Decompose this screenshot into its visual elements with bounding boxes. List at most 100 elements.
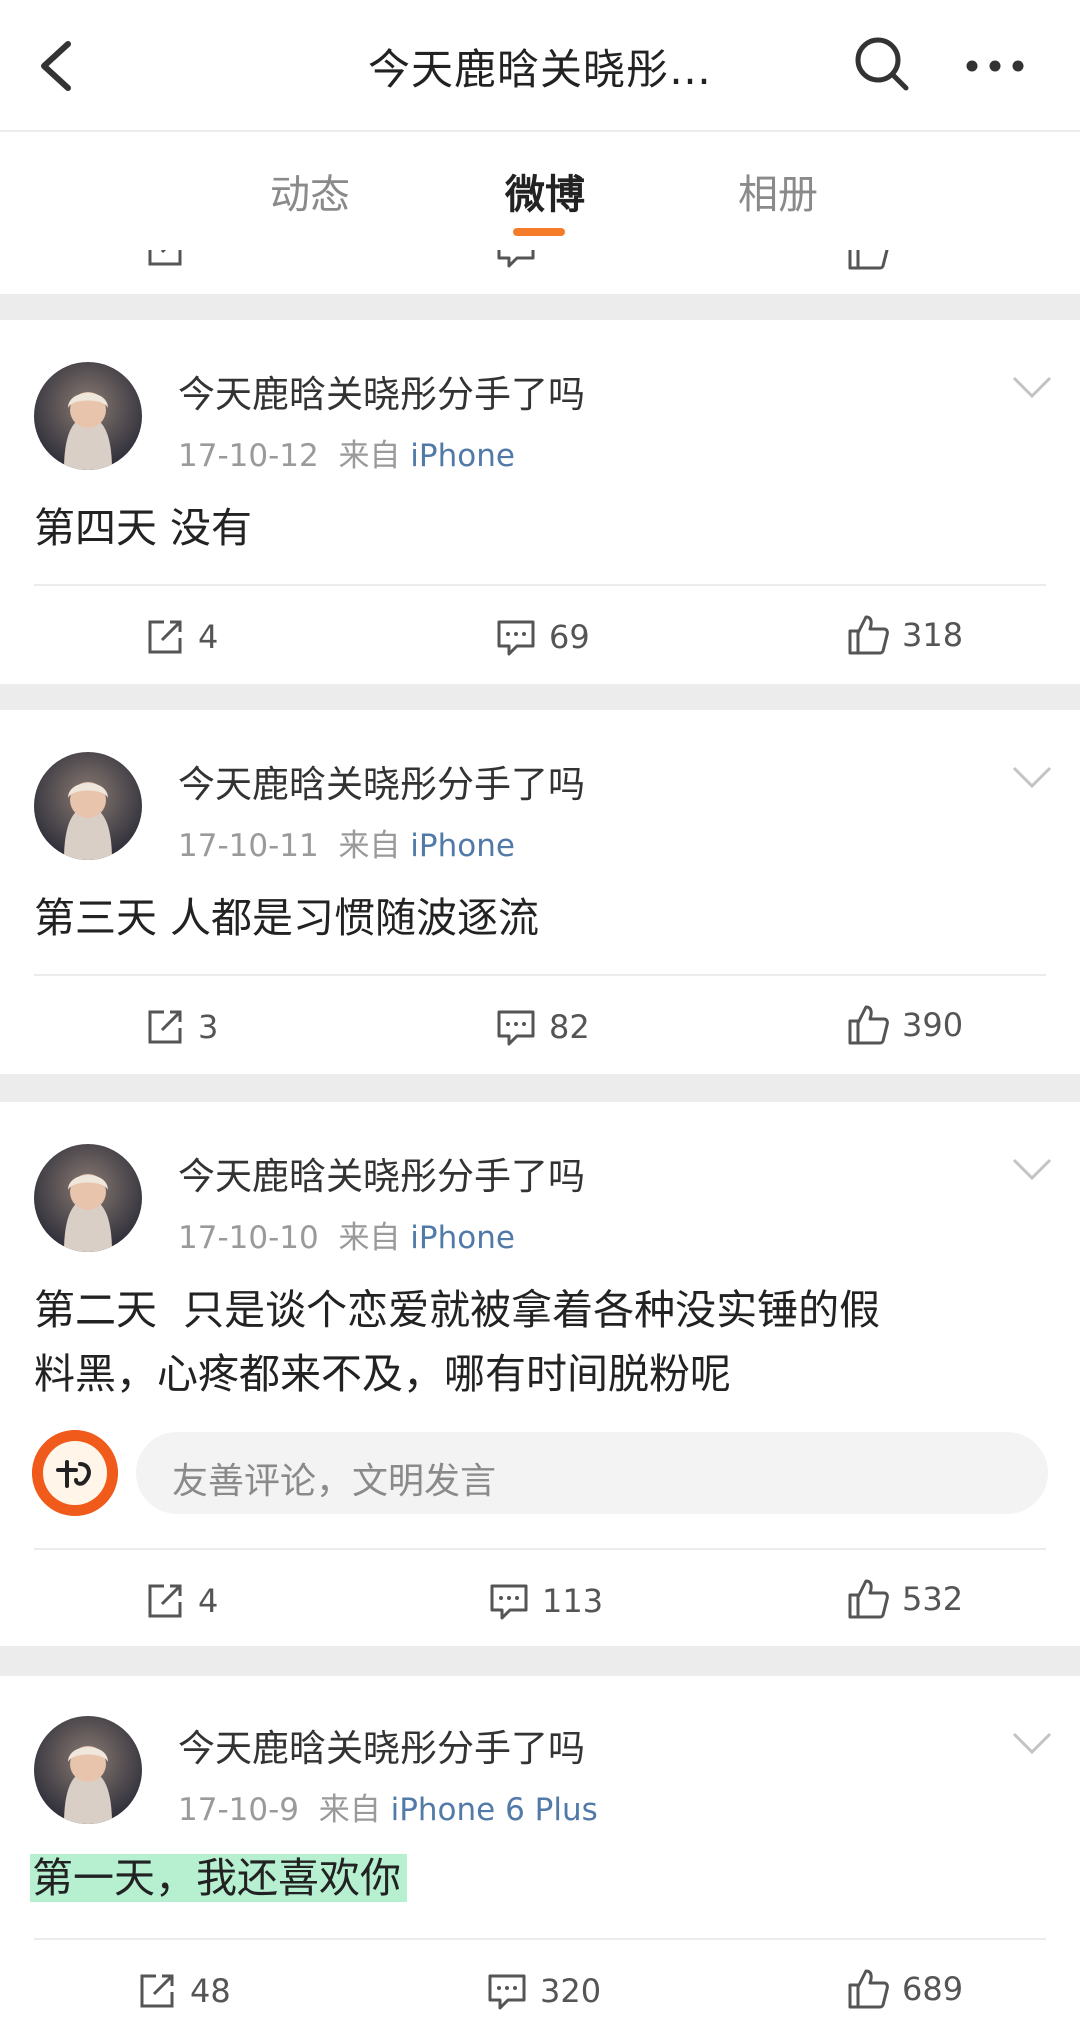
post-from-label: 来自 [318,1792,381,1828]
post-username[interactable]: 今天鹿晗关晓彤分手了吗 [178,754,585,808]
like-icon [848,1969,889,2009]
avatar[interactable] [34,752,142,860]
post-source[interactable]: iPhone [410,438,515,474]
comment-count: 69 [549,618,590,656]
divider [34,584,1046,586]
post-card[interactable]: 今天鹿晗关晓彤分手了吗 17-10-12 来自 iPhone 第四天 没有 4 … [0,320,1080,684]
repost-button[interactable]: 3 [144,1002,218,1052]
comment-button[interactable]: 113 [488,1576,603,1626]
repost-count: 3 [198,1008,219,1046]
post-meta: 17-10-9 来自 iPhone 6 Plus [178,1784,598,1829]
post-source[interactable]: iPhone 6 Plus [391,1792,598,1828]
chevron-down-icon[interactable] [1010,1154,1054,1184]
post-card[interactable]: 今天鹿晗关晓彤分手了吗 17-10-9 来自 iPhone 6 Plus 第一天… [0,1676,1080,2041]
like-icon [848,1005,889,1045]
comment-icon [490,1584,528,1620]
comment-placeholder: 友善评论，文明发言 [172,1461,497,1502]
repost-button[interactable]: 48 [136,1966,231,2016]
feed-separator [0,1074,1080,1102]
like-button[interactable]: 689 [846,1964,963,2014]
comment-icon [497,620,535,656]
page-title: 今天鹿晗关晓彤… [367,45,712,94]
like-icon [848,250,889,270]
post-content-line: 料黑，心疼都来不及，哪有时间脱粉呢 [34,1350,731,1398]
post-date: 17-10-12 [178,438,319,474]
divider [34,1938,1046,1940]
comment-icon [497,1010,535,1046]
post-meta: 17-10-11 来自 iPhone [178,820,515,865]
active-tab-indicator [513,228,565,236]
post-meta: 17-10-10 来自 iPhone [178,1212,515,1257]
feed-separator [0,1646,1080,1676]
feed-separator [0,684,1080,710]
like-button[interactable]: 390 [846,1000,963,1050]
like-count: 532 [902,1580,964,1618]
repost-count: 4 [198,618,219,656]
repost-button[interactable]: 4 [144,612,218,662]
divider [34,974,1046,976]
like-button[interactable]: 532 [846,1574,963,1624]
comment-count: 82 [549,1008,590,1046]
comment-icon [488,1974,526,2010]
divider [34,1548,1046,1550]
feed-separator [0,294,1080,320]
post-content: 第三天 人都是习惯随波逐流 [34,894,540,942]
search-button[interactable] [850,32,914,96]
highlighted-text: 第一天，我还喜欢你 [30,1854,407,1902]
avatar[interactable] [34,1716,142,1824]
post-date: 17-10-11 [178,828,319,864]
repost-icon [148,250,182,266]
search-icon [855,37,909,91]
comment-count: 113 [542,1582,604,1620]
repost-count: 48 [190,1972,231,2010]
profile-tabs: 动态 微博 相册 [0,132,1080,250]
post-from-label: 来自 [338,1220,401,1256]
avatar[interactable] [34,362,142,470]
top-nav-bar: 今天鹿晗关晓彤… [0,0,1080,132]
chevron-down-icon[interactable] [1010,372,1054,402]
repost-icon [148,1584,182,1618]
repost-count: 4 [198,1582,219,1620]
like-icon [848,615,889,655]
comment-button[interactable]: 320 [486,1966,601,2016]
like-button[interactable]: 318 [846,610,963,660]
post-card[interactable]: 今天鹿晗关晓彤分手了吗 17-10-11 来自 iPhone 第三天 人都是习惯… [0,710,1080,1074]
post-from-label: 来自 [338,828,401,864]
post-username[interactable]: 今天鹿晗关晓彤分手了吗 [178,1718,585,1772]
repost-icon [140,1974,174,2008]
post-date: 17-10-9 [178,1792,299,1828]
comment-count: 320 [540,1972,602,2010]
post-source[interactable]: iPhone [410,1220,515,1256]
comment-button[interactable]: 69 [495,612,590,662]
repost-button[interactable]: 4 [144,1576,218,1626]
like-count: 318 [902,616,964,654]
post-from-label: 来自 [338,438,401,474]
like-count: 689 [902,1970,964,2008]
post-date: 17-10-10 [178,1220,319,1256]
tab-weibo[interactable]: 微博 [465,162,625,220]
like-count: 390 [902,1006,964,1044]
post-card[interactable]: 今天鹿晗关晓彤分手了吗 17-10-10 来自 iPhone 第二天 只是谈个恋… [0,1102,1080,1646]
post-content: 第二天 只是谈个恋爱就被拿着各种没实锤的假 料黑，心疼都来不及，哪有时间脱粉呢 [34,1278,1044,1406]
post-source[interactable]: iPhone [410,828,515,864]
chevron-down-icon[interactable] [1010,762,1054,792]
comment-icon [497,250,535,268]
comment-button[interactable]: 82 [495,1002,590,1052]
repost-icon [148,1010,182,1044]
my-avatar [32,1430,118,1516]
repost-icon [148,620,182,654]
chevron-down-icon[interactable] [1010,1728,1054,1758]
more-button[interactable] [960,32,1030,96]
post-username[interactable]: 今天鹿晗关晓彤分手了吗 [178,1146,585,1200]
post-content-line: 第二天 只是谈个恋爱就被拿着各种没实锤的假 [34,1286,881,1334]
tab-dynamics[interactable]: 动态 [230,162,390,220]
more-icon [966,60,1024,72]
post-content: 第一天，我还喜欢你 [30,1846,1040,1910]
post-meta: 17-10-12 来自 iPhone [178,430,515,475]
comment-input[interactable]: 友善评论，文明发言 [136,1432,1048,1514]
post-username[interactable]: 今天鹿晗关晓彤分手了吗 [178,364,585,418]
avatar[interactable] [34,1144,142,1252]
like-icon [848,1579,889,1619]
tab-album[interactable]: 相册 [698,162,858,220]
previous-post-actions [0,250,1080,294]
